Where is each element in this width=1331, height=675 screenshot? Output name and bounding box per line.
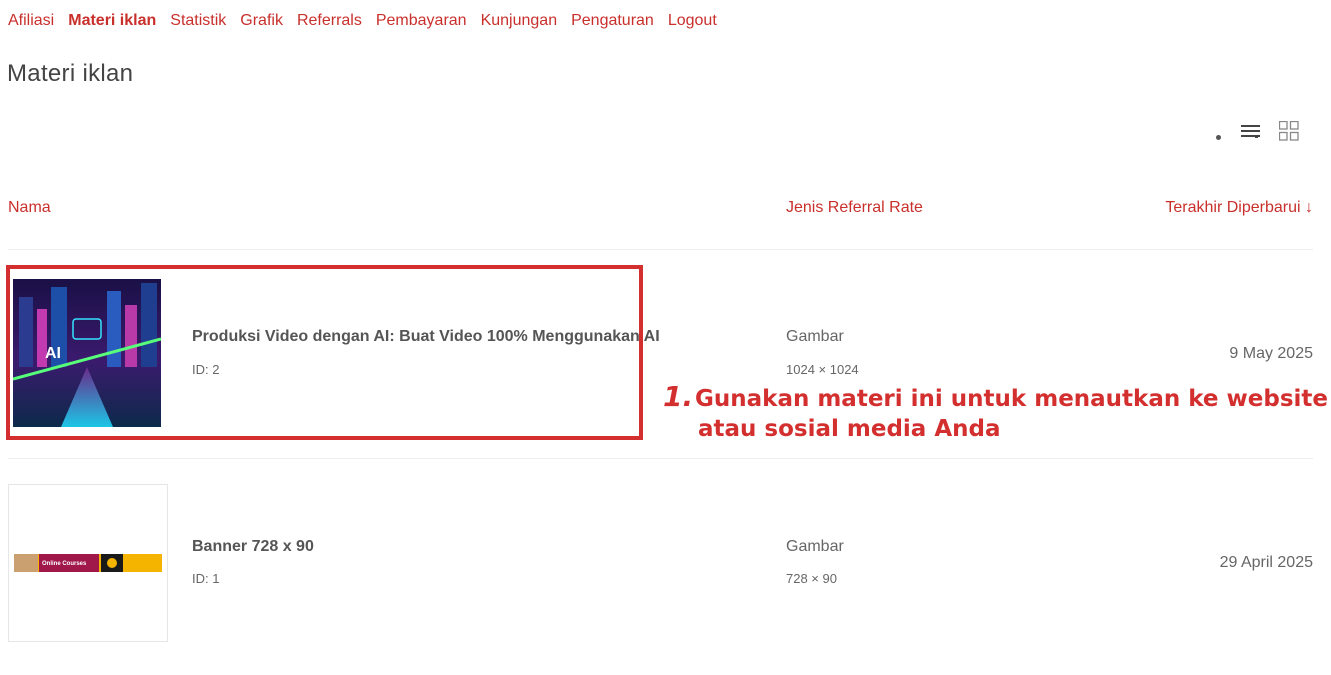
- banner-text: Online Courses: [42, 561, 87, 567]
- nav-materi-iklan[interactable]: Materi iklan: [68, 12, 156, 30]
- nav-pembayaran[interactable]: Pembayaran: [376, 12, 467, 30]
- creative-thumbnail[interactable]: AI: [13, 279, 161, 427]
- dot-indicator: [1216, 135, 1221, 140]
- header-last-updated[interactable]: Terakhir Diperbarui ↓: [1165, 199, 1313, 217]
- annotation-number: 1.: [663, 380, 694, 413]
- annotation-line-2: atau sosial media Anda: [698, 416, 1001, 442]
- creative-type: Gambar: [786, 328, 844, 345]
- thumb-ai-text: AI: [45, 345, 61, 362]
- creative-name[interactable]: Banner 728 x 90: [192, 538, 314, 556]
- table-divider: [8, 249, 1313, 250]
- nav-afiliasi[interactable]: Afiliasi: [8, 12, 54, 30]
- creative-type: Gambar: [786, 538, 844, 555]
- nav-logout[interactable]: Logout: [668, 12, 717, 30]
- nav-pengaturan[interactable]: Pengaturan: [571, 12, 654, 30]
- creative-dimensions: 728 × 90: [786, 571, 837, 586]
- top-nav: Afiliasi Materi iklan Statistik Grafik R…: [8, 12, 717, 30]
- header-name[interactable]: Nama: [8, 199, 51, 217]
- annotation-line-1: Gunakan materi ini untuk menautkan ke we…: [695, 386, 1329, 412]
- creative-thumbnail[interactable]: Online Courses: [8, 484, 168, 642]
- list-view-icon[interactable]: [1241, 123, 1261, 144]
- grid-view-icon[interactable]: [1278, 120, 1299, 146]
- nav-grafik[interactable]: Grafik: [240, 12, 283, 30]
- view-toggles: [1216, 120, 1299, 146]
- creative-date: 29 April 2025: [1219, 554, 1313, 571]
- nav-statistik[interactable]: Statistik: [170, 12, 226, 30]
- table-divider: [8, 458, 1313, 459]
- creative-name[interactable]: Produksi Video dengan AI: Buat Video 100…: [192, 328, 660, 346]
- creative-id: ID: 2: [192, 362, 220, 377]
- creative-id: ID: 1: [192, 571, 220, 586]
- nav-referrals[interactable]: Referrals: [297, 12, 362, 30]
- creative-dimensions: 1024 × 1024: [786, 362, 859, 377]
- creative-date: 9 May 2025: [1229, 345, 1313, 362]
- nav-kunjungan[interactable]: Kunjungan: [481, 12, 558, 30]
- table-row[interactable]: Online Courses Banner 728 x 90 ID: 1 Gam…: [8, 484, 1313, 644]
- header-referral-rate-type[interactable]: Jenis Referral Rate: [786, 199, 923, 217]
- page-title: Materi iklan: [7, 60, 134, 87]
